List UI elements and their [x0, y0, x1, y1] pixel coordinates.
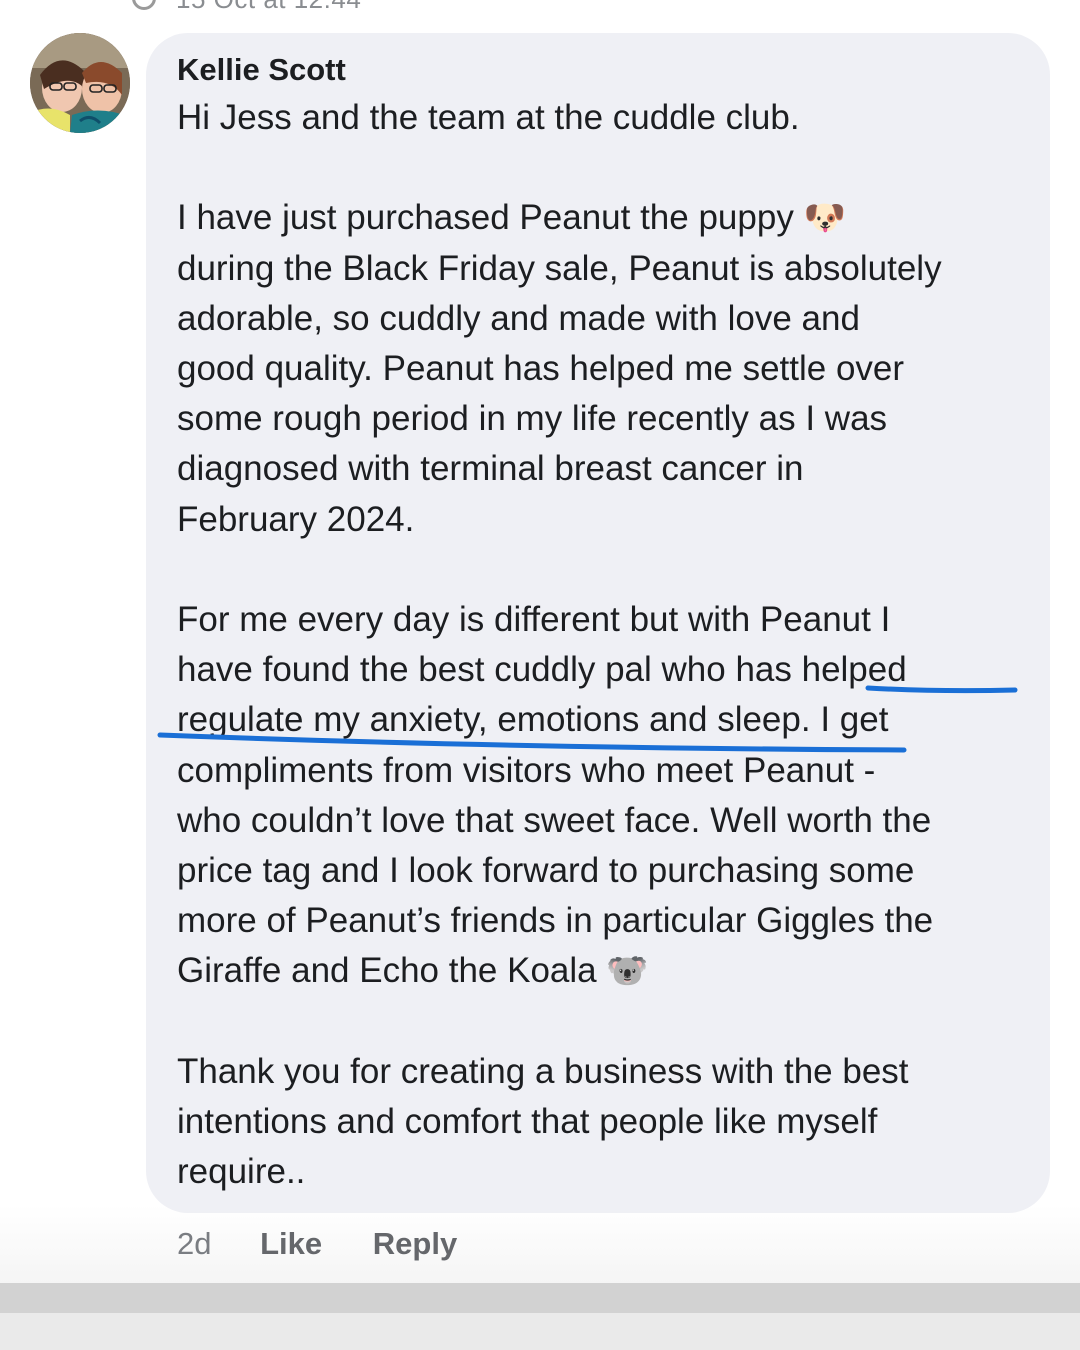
comment-line: have found the best cuddly pal who has h…: [177, 650, 907, 690]
comment-line: price tag and I look forward to purchasi…: [177, 851, 915, 891]
comment-line-blank: [177, 545, 1037, 595]
comment-line: diagnosed with terminal breast cancer in: [177, 449, 804, 489]
like-button[interactable]: Like: [260, 1226, 322, 1262]
comment-line: I have just purchased Peanut the puppy 🐶: [177, 193, 1037, 243]
comment-line: require..: [177, 1152, 306, 1192]
comment-line-blank: [177, 143, 1037, 193]
comment-line: during the Black Friday sale, Peanut is …: [177, 248, 942, 288]
bottom-fade: [0, 1205, 1080, 1285]
comment-line: who couldn’t love that sweet face. Well …: [177, 800, 932, 840]
comment-line-text: Giraffe and Echo the Koala: [177, 951, 597, 991]
comment-line: February 2024.: [177, 499, 415, 539]
comment-line: Thank you for creating a business with t…: [177, 1051, 909, 1091]
globe-icon: [132, 0, 156, 10]
comment-line: adorable, so cuddly and made with love a…: [177, 298, 860, 338]
comment-line: regulate my anxiety, emotions and sleep.…: [177, 700, 889, 740]
comment-line: more of Peanut’s friends in particular G…: [177, 901, 934, 941]
avatar-photo: [30, 33, 130, 133]
reply-button[interactable]: Reply: [373, 1226, 457, 1262]
comment-line: Hi Jess and the team at the cuddle club.: [177, 98, 800, 137]
bottom-divider: [0, 1283, 1080, 1313]
comment-author[interactable]: Kellie Scott: [177, 52, 346, 88]
comment-actions: 2d Like Reply: [177, 1226, 457, 1262]
comment-line: Giraffe and Echo the Koala 🐨: [177, 946, 1037, 996]
post-timestamp: 15 Oct at 12:44: [176, 0, 361, 15]
top-strip: 15 Oct at 12:44: [0, 0, 1080, 22]
comment-line: compliments from visitors who meet Peanu…: [177, 750, 876, 790]
comment-line: intentions and comfort that people like …: [177, 1102, 878, 1142]
comment-line: good quality. Peanut has helped me settl…: [177, 349, 905, 388]
comment-text: Hi Jess and the team at the cuddle club.…: [177, 93, 1037, 1197]
comment-line: some rough period in my life recently as…: [177, 399, 888, 439]
bottom-area: [0, 1313, 1080, 1350]
puppy-icon: 🐶: [803, 198, 846, 239]
avatar[interactable]: [30, 33, 130, 133]
koala-icon: 🐨: [606, 951, 649, 992]
comment-line-blank: [177, 997, 1037, 1047]
comment-time[interactable]: 2d: [177, 1226, 211, 1262]
comment-line-text: I have just purchased Peanut the puppy: [177, 198, 794, 238]
comment-line: For me every day is different but with P…: [177, 600, 891, 639]
